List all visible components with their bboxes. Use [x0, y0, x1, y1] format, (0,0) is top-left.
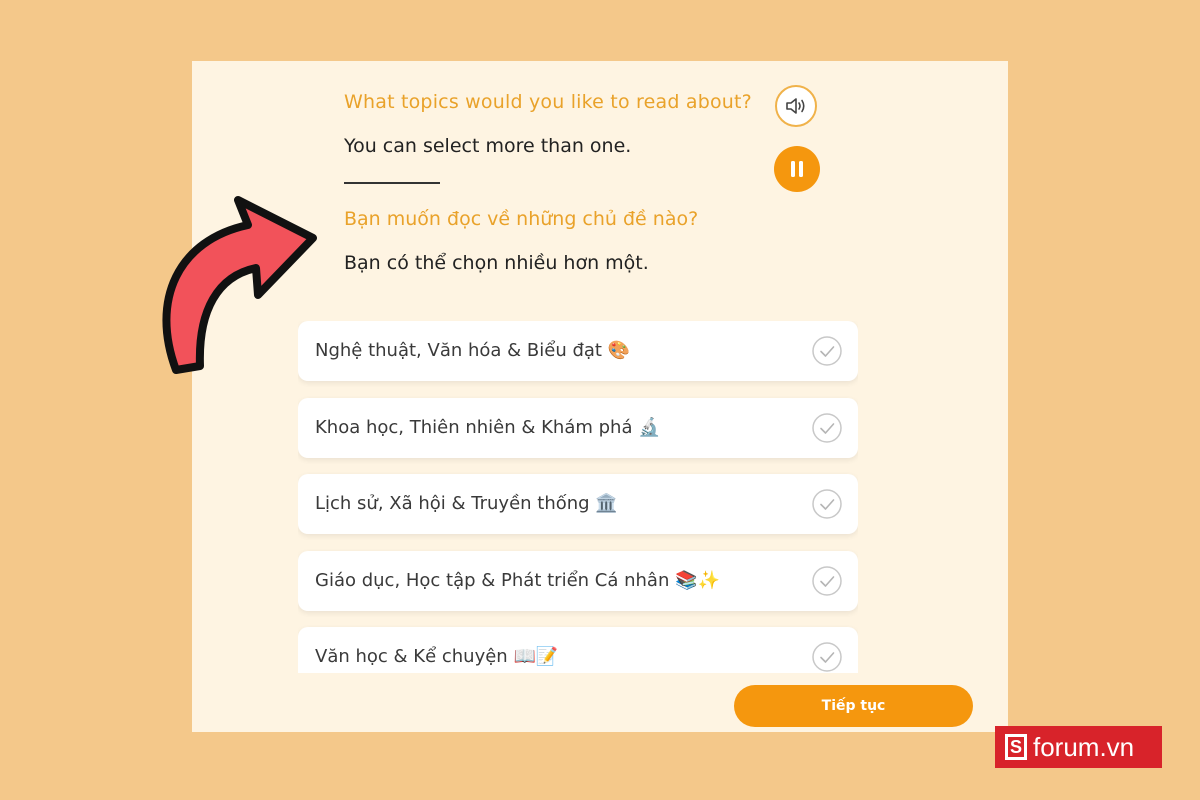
check-circle-icon[interactable]	[812, 489, 842, 519]
check-circle-icon[interactable]	[812, 413, 842, 443]
subtitle-vietnamese: Bạn có thể chọn nhiều hơn một.	[344, 252, 649, 274]
topic-option-science[interactable]: Khoa học, Thiên nhiên & Khám phá 🔬	[298, 398, 858, 458]
brand-text: forum.vn	[1033, 731, 1135, 762]
pause-icon	[791, 161, 803, 177]
brand-mark: S	[1005, 734, 1027, 760]
topic-label: Giáo dục, Học tập & Phát triển Cá nhân 📚…	[315, 570, 720, 591]
topic-option-literature[interactable]: Văn học & Kể chuyện 📖📝	[298, 627, 858, 673]
audio-button[interactable]	[775, 85, 817, 127]
speaker-icon	[786, 98, 805, 114]
topic-option-history[interactable]: Lịch sử, Xã hội & Truyền thống 🏛️	[298, 474, 858, 534]
topic-label: Lịch sử, Xã hội & Truyền thống 🏛️	[315, 493, 618, 514]
topic-label: Khoa học, Thiên nhiên & Khám phá 🔬	[315, 417, 661, 438]
question-vietnamese: Bạn muốn đọc về những chủ đề nào?	[344, 208, 699, 230]
check-circle-icon[interactable]	[812, 642, 842, 672]
topic-label: Nghệ thuật, Văn hóa & Biểu đạt 🎨	[315, 340, 631, 361]
forum-brand-logo: S forum.vn	[995, 726, 1162, 768]
check-circle-icon[interactable]	[812, 566, 842, 596]
curved-arrow-icon	[162, 196, 317, 374]
topic-option-education[interactable]: Giáo dục, Học tập & Phát triển Cá nhân 📚…	[298, 551, 858, 611]
pause-button[interactable]	[774, 146, 820, 192]
question-english: What topics would you like to read about…	[344, 91, 752, 113]
continue-button[interactable]: Tiếp tục	[734, 685, 973, 727]
check-circle-icon[interactable]	[812, 336, 842, 366]
topic-option-arts[interactable]: Nghệ thuật, Văn hóa & Biểu đạt 🎨	[298, 321, 858, 381]
topic-label: Văn học & Kể chuyện 📖📝	[315, 646, 559, 667]
divider	[344, 182, 440, 184]
topic-list[interactable]: Nghệ thuật, Văn hóa & Biểu đạt 🎨 Khoa họ…	[298, 321, 858, 673]
subtitle-english: You can select more than one.	[344, 135, 632, 157]
